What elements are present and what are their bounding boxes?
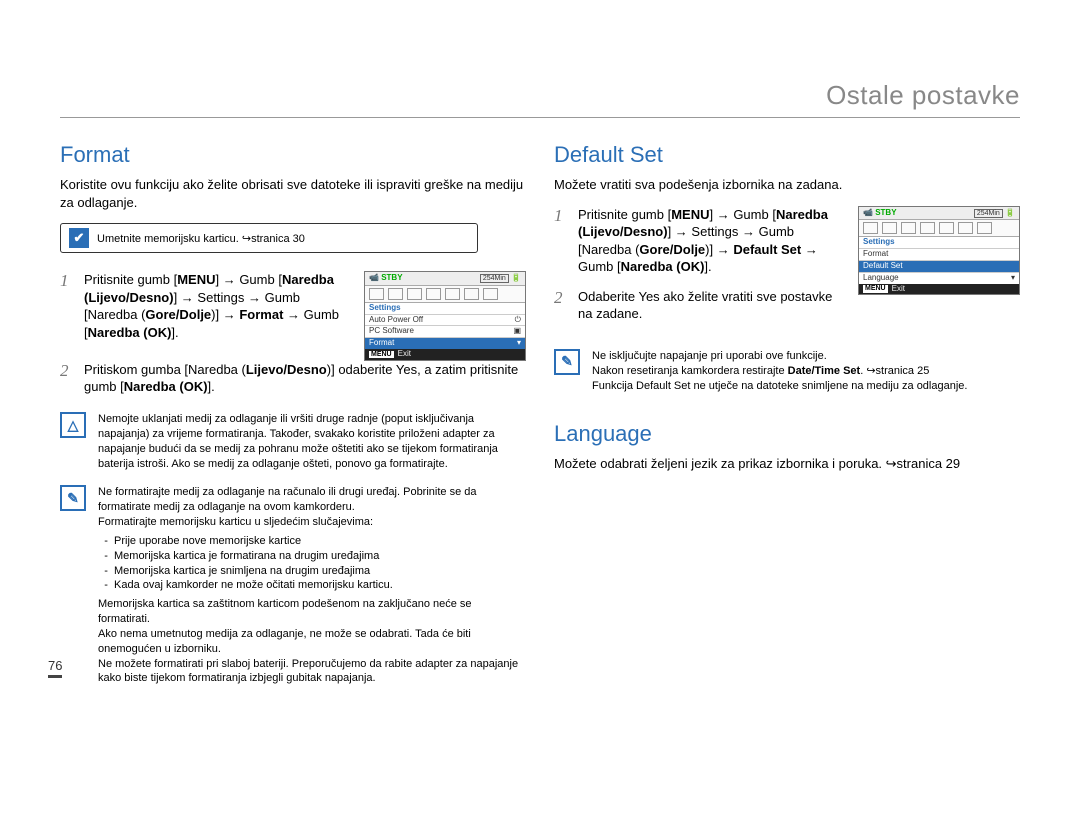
txt: Pritisnite gumb [ xyxy=(84,272,177,287)
default-set-step-1: 1 Pritisnite gumb [MENU] → Gumb [Naredba… xyxy=(554,206,848,278)
menu-item: PC Software xyxy=(369,327,414,336)
info-icon: ✎ xyxy=(554,349,580,375)
lcd-default-set-screenshot: 📹 STBY254Min 🔋 Settings Format Default S… xyxy=(858,206,1020,296)
info-text: Funkcija Default Set ne utječe na datote… xyxy=(592,379,967,394)
default-set-word: Default Set xyxy=(733,242,801,257)
txt: Odaberite Yes ako želite vratiti sve pos… xyxy=(578,288,848,323)
list-item: Prije uporabe nove memorijske kartice xyxy=(114,534,526,549)
format-word: Format xyxy=(239,307,283,322)
language-text: Možete odabrati željeni jezik za prikaz … xyxy=(554,455,1020,473)
default-set-info: ✎ Ne isključujte napajanje pri uporabi o… xyxy=(554,349,1020,394)
warning-note: △ Nemojte uklanjati medij za odlaganje i… xyxy=(60,412,526,471)
info-note: ✎ Ne formatirajte medij za odlaganje na … xyxy=(60,485,526,686)
chapter-title: Ostale postavke xyxy=(60,80,1020,111)
stby-label: STBY xyxy=(875,208,896,217)
ok-word: Naredba (OK) xyxy=(621,259,705,274)
default-set-step-2: 2 Odaberite Yes ako želite vratiti sve p… xyxy=(554,288,848,325)
warning-icon: △ xyxy=(60,412,86,438)
menu-item-selected: Default Set xyxy=(863,262,903,271)
date-time-set: Date/Time Set xyxy=(788,365,861,377)
txt: )] → xyxy=(211,307,239,322)
rec-time: 254Min xyxy=(974,209,1003,218)
txt: ]. xyxy=(704,259,711,274)
list-item: Memorijska kartica je formatirana na dru… xyxy=(114,549,526,564)
menu-word: MENU xyxy=(177,272,215,287)
settings-label: Settings xyxy=(859,237,1019,248)
txt: Pritiskom gumba [Naredba ( xyxy=(84,362,246,377)
txt: )] → xyxy=(705,242,733,257)
info-text: Ne formatirajte medij za odlaganje na ra… xyxy=(98,485,526,515)
default-set-intro: Možete vratiti sva podešenja izbornika n… xyxy=(554,176,1020,194)
info-text: Ako nema umetnutog medija za odlaganje, … xyxy=(98,627,526,657)
txt: ] → Gumb [ xyxy=(215,272,281,287)
page-number: 76 xyxy=(48,658,62,678)
format-step-1: 1 Pritisnite gumb [MENU] → Gumb [Naredba… xyxy=(60,271,354,343)
precheck-box: ✔ Umetnite memorijsku karticu. ↪stranica… xyxy=(60,223,478,253)
exit-label: Exit xyxy=(892,285,905,294)
info-icon: ✎ xyxy=(60,485,86,511)
info-text: Ne možete formatirati pri slaboj baterij… xyxy=(98,657,526,687)
direction-lr: Lijevo/Desno xyxy=(246,362,327,377)
txt: ]. xyxy=(208,379,215,394)
language-heading: Language xyxy=(554,421,1020,447)
info-text: . ↪stranica 25 xyxy=(860,365,929,377)
info-text: Formatirajte memorijsku karticu u sljede… xyxy=(98,515,526,530)
divider xyxy=(60,117,1020,118)
format-heading: Format xyxy=(60,142,526,168)
right-column: Default Set Možete vratiti sva podešenja… xyxy=(554,142,1020,686)
precheck-text: Umetnite memorijsku karticu. ↪stranica 3… xyxy=(97,232,305,245)
info-text: Nakon resetiranja kamkordera restirajte xyxy=(592,365,788,377)
warning-text: Nemojte uklanjati medij za odlaganje ili… xyxy=(98,412,526,471)
format-intro: Koristite ovu funkciju ako želite obrisa… xyxy=(60,176,526,211)
direction-ud: Gore/Dolje xyxy=(145,307,211,322)
menu-word: MENU xyxy=(671,207,709,222)
list-item: Memorijska kartica je snimljena na drugi… xyxy=(114,564,526,579)
menu-item: Auto Power Off xyxy=(369,316,423,325)
check-icon: ✔ xyxy=(69,228,89,248)
menu-item: Language xyxy=(863,274,899,283)
settings-label: Settings xyxy=(365,303,525,314)
menu-badge: MENU xyxy=(863,285,888,293)
menu-badge: MENU xyxy=(369,351,394,359)
default-set-heading: Default Set xyxy=(554,142,1020,168)
txt: ]. xyxy=(171,325,178,340)
exit-label: Exit xyxy=(398,350,411,359)
txt: ] → Gumb [ xyxy=(709,207,775,222)
list-item: Kada ovaj kamkorder ne može očitati memo… xyxy=(114,578,526,593)
stby-label: STBY xyxy=(381,273,402,282)
lcd-format-screenshot: 📹 STBY254Min 🔋 Settings Auto Power Off⏻ … xyxy=(364,271,526,361)
direction-ud: Gore/Dolje xyxy=(639,242,705,257)
rec-time: 254Min xyxy=(480,274,509,283)
ok-word: Naredba (OK) xyxy=(124,379,208,394)
info-text: Memorijska kartica sa zaštitnom karticom… xyxy=(98,597,526,627)
menu-item: Format xyxy=(863,250,888,259)
format-step-2: 2 Pritiskom gumba [Naredba (Lijevo/Desno… xyxy=(60,361,526,398)
txt: Pritisnite gumb [ xyxy=(578,207,671,222)
left-column: Format Koristite ovu funkciju ako želite… xyxy=(60,142,526,686)
info-text: Ne isključujte napajanje pri uporabi ove… xyxy=(592,349,967,364)
ok-word: Naredba (OK) xyxy=(88,325,172,340)
menu-item-selected: Format xyxy=(369,339,394,348)
